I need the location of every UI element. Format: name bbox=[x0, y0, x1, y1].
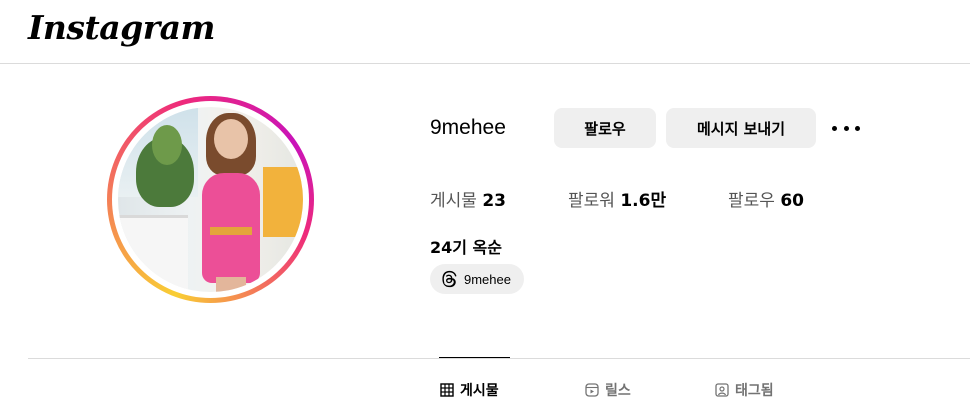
tab-reels[interactable]: 릴스 bbox=[585, 378, 631, 402]
reels-icon bbox=[585, 383, 599, 397]
profile-username: 9mehee bbox=[430, 116, 506, 139]
stat-posts-value: 23 bbox=[482, 191, 506, 211]
tabs-divider bbox=[28, 358, 970, 359]
photo-plant-top bbox=[152, 125, 182, 165]
follow-button[interactable]: 팔로우 bbox=[554, 108, 656, 148]
photo-belt bbox=[210, 227, 252, 235]
top-bar: Instagram bbox=[0, 0, 970, 64]
photo-face bbox=[214, 119, 248, 159]
profile-full-name: 24기 옥순 bbox=[430, 238, 502, 257]
photo-table bbox=[118, 215, 188, 292]
photo-legs bbox=[216, 277, 246, 292]
stat-posts: 게시물 23 bbox=[430, 186, 506, 211]
tagged-icon bbox=[715, 383, 729, 397]
threads-username: 9mehee bbox=[464, 271, 511, 287]
more-dot bbox=[843, 125, 849, 131]
stat-followers-value: 1.6만 bbox=[620, 191, 667, 211]
stat-followers-label: 팔로워 bbox=[568, 191, 615, 211]
tab-posts-label: 게시물 bbox=[460, 383, 499, 399]
stat-following-value: 60 bbox=[780, 191, 804, 211]
threads-icon bbox=[442, 270, 457, 288]
photo-shelf bbox=[263, 167, 303, 237]
grid-icon bbox=[440, 383, 454, 397]
avatar[interactable] bbox=[118, 107, 303, 292]
tab-posts[interactable]: 게시물 bbox=[440, 378, 499, 402]
stat-following-label: 팔로우 bbox=[728, 191, 775, 211]
instagram-logo[interactable]: Instagram bbox=[28, 8, 215, 47]
send-message-button[interactable]: 메시지 보내기 bbox=[666, 108, 816, 148]
more-dot bbox=[855, 125, 860, 131]
stat-followers[interactable]: 팔로워 1.6만 bbox=[568, 186, 666, 211]
stat-following[interactable]: 팔로우 60 bbox=[728, 186, 804, 211]
more-dot bbox=[832, 125, 837, 131]
active-tab-indicator bbox=[439, 357, 510, 358]
avatar-story-ring[interactable] bbox=[107, 96, 314, 303]
avatar-ring-gap bbox=[112, 101, 309, 298]
tab-tagged[interactable]: 태그됨 bbox=[715, 378, 774, 402]
tab-reels-label: 릴스 bbox=[605, 383, 631, 399]
more-options-icon[interactable] bbox=[832, 118, 860, 138]
tab-tagged-label: 태그됨 bbox=[735, 383, 774, 399]
stat-posts-label: 게시물 bbox=[430, 191, 477, 211]
threads-link[interactable]: 9mehee bbox=[430, 264, 524, 294]
